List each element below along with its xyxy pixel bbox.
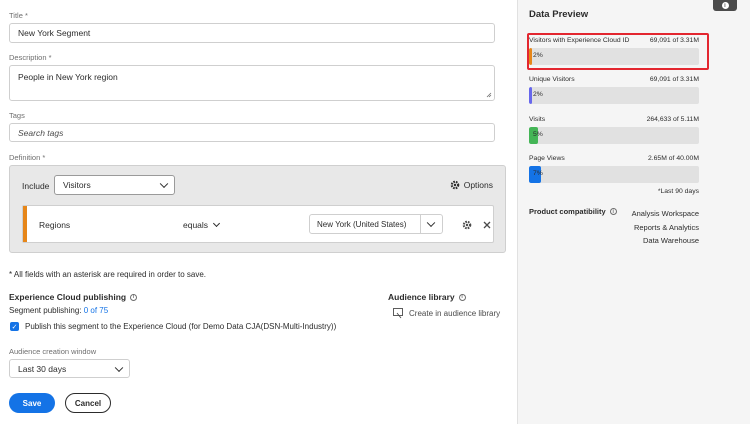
chevron-down-icon [426, 218, 436, 228]
chevron-down-icon [213, 219, 221, 227]
resize-handle-icon[interactable] [486, 92, 492, 98]
rule-field-label: Regions [39, 220, 71, 230]
chevron-down-icon [159, 179, 169, 189]
rule-card[interactable]: Regions equals New York (United States) [22, 205, 494, 243]
title-input[interactable]: New York Segment [9, 23, 495, 43]
publish-checkbox[interactable]: ✓ [10, 322, 19, 331]
tags-label: Tags [9, 111, 25, 120]
progress-bar: 5% [529, 127, 699, 144]
metric-visits: Visits 264,633 of 5.11M 5% [529, 116, 699, 144]
publish-checkbox-label: Publish this segment to the Experience C… [25, 322, 337, 331]
description-label: Description * [9, 53, 52, 62]
rule-value-dropdown-button[interactable] [420, 215, 442, 233]
info-panel-toggle[interactable]: i [713, 0, 737, 11]
definition-container: Include Visitors Options Regions equals … [9, 165, 506, 253]
product-item: Analysis Workspace [631, 209, 699, 218]
segment-form: Title * New York Segment Description * P… [0, 0, 517, 424]
include-dropdown[interactable]: Visitors [54, 175, 175, 195]
options-button[interactable]: Options [450, 180, 493, 190]
info-icon[interactable]: i [458, 293, 466, 301]
gear-icon [462, 220, 472, 230]
last-90-days-note: *Last 90 days [657, 188, 699, 195]
metric-unique-visitors: Unique Visitors 69,091 of 3.31M 2% [529, 76, 699, 104]
info-icon[interactable]: i [609, 208, 617, 215]
create-in-audience-library-button[interactable]: Create in audience library [393, 308, 500, 319]
audience-library-title: Audience library i [388, 292, 466, 302]
product-list: Analysis Workspace Reports & Analytics D… [632, 207, 699, 248]
highlight-box [527, 33, 709, 70]
operator-dropdown[interactable]: equals [183, 219, 221, 230]
definition-label: Definition * [9, 153, 46, 162]
include-label: Include [22, 181, 50, 191]
product-compatibility-title: Product compatibility i [529, 207, 617, 216]
required-note: * All fields with an asterisk are requir… [9, 270, 206, 279]
gear-icon [450, 180, 460, 190]
segment-publishing-count: Segment publishing: 0 of 75 [9, 306, 109, 315]
info-icon[interactable]: i [130, 293, 138, 301]
ec-publishing-title: Experience Cloud publishing i [9, 292, 138, 302]
info-icon: i [721, 2, 729, 9]
tags-input[interactable]: Search tags [9, 123, 495, 142]
progress-bar: 7% [529, 166, 699, 183]
remove-rule-button[interactable] [481, 219, 493, 231]
audience-window-label: Audience creation window [9, 347, 97, 356]
product-item: Data Warehouse [642, 236, 699, 245]
audience-library-icon [393, 308, 403, 319]
title-label: Title * [9, 11, 28, 20]
description-input[interactable]: People in New York region [9, 65, 495, 101]
publishing-count-link[interactable]: 0 of 75 [84, 306, 108, 315]
product-item: Reports & Analytics [633, 222, 699, 232]
save-button[interactable]: Save [9, 393, 55, 413]
cancel-button[interactable]: Cancel [65, 393, 111, 413]
drag-handle[interactable] [23, 206, 27, 242]
audience-window-dropdown[interactable]: Last 30 days [9, 359, 130, 378]
metric-page-views: Page Views 2.65M of 40.00M 7% [529, 155, 699, 183]
rule-settings-button[interactable] [461, 219, 473, 231]
progress-bar: 2% [529, 87, 699, 104]
rule-value-combobox[interactable]: New York (United States) [309, 214, 443, 234]
close-icon [483, 221, 491, 229]
data-preview-title: Data Preview [529, 9, 589, 20]
chevron-down-icon [114, 363, 124, 372]
